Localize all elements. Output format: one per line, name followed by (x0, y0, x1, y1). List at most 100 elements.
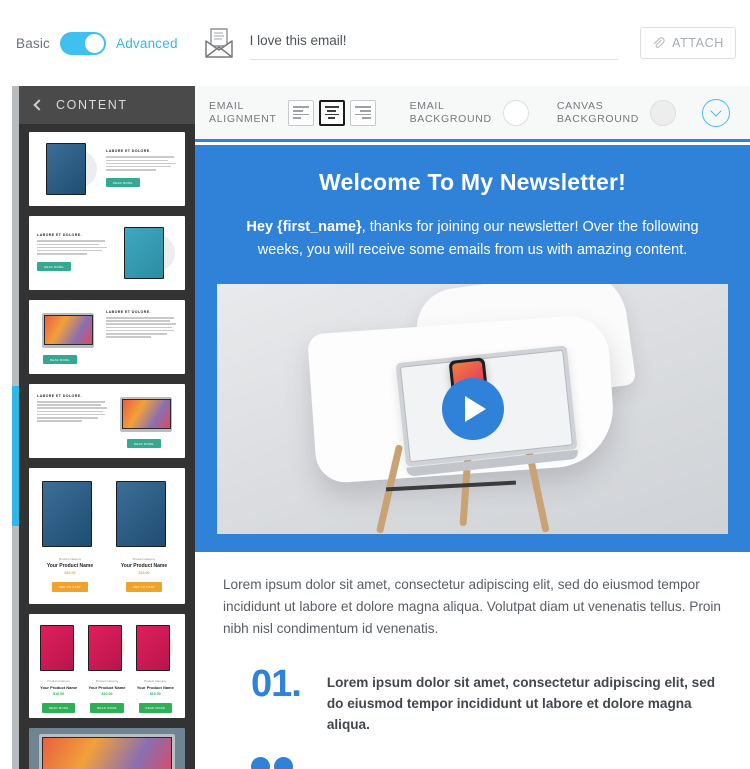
numbered-item[interactable]: 01. Lorem ipsum dolor sit amet, consecte… (223, 663, 722, 735)
product-price: $10.00 (64, 571, 76, 575)
email-body-paragraph: Lorem ipsum dolor sit amet, consectetur … (223, 577, 721, 636)
numbered-item-number: 01. (251, 663, 302, 705)
collapse-toolbar-button[interactable] (702, 98, 731, 127)
thumb-heading: LABORE ET DOLORE. (37, 394, 82, 398)
thumb-heading: LABORE ET DOLORE. (106, 149, 151, 154)
product-category: Product Category (144, 679, 167, 683)
list-item[interactable]: Product Category Your Product Name $10.0… (29, 614, 185, 718)
product-name: Your Product Name (40, 685, 78, 690)
product-category: Product Category (47, 679, 70, 683)
align-right-button[interactable] (349, 99, 376, 126)
product-name: Your Product Name (120, 563, 168, 569)
thumb-button[interactable]: READ MORE (43, 354, 77, 365)
product-price: $10.00 (53, 692, 65, 696)
sidebar-scrollbar-thumb[interactable] (12, 386, 19, 526)
product-button[interactable]: READ MORE (138, 703, 173, 713)
product-category: Product Category (132, 557, 156, 561)
product-button[interactable]: READ MORE (90, 703, 124, 713)
email-background-label: EMAIL BACKGROUND (409, 100, 492, 125)
product-price: $10.00 (149, 692, 161, 696)
thumbnail-art (111, 475, 177, 553)
email-background-swatch[interactable] (502, 99, 529, 126)
product-category: Product Category (58, 557, 82, 561)
sidebar-title: CONTENT (56, 98, 128, 112)
toggle-knob (85, 33, 105, 53)
play-icon (464, 396, 486, 422)
canvas-background-group: CANVAS BACKGROUND (556, 99, 677, 126)
thumb-button[interactable]: READ MORE (127, 438, 161, 449)
list-item[interactable]: LABORE ET DOLORE. READ MORE (29, 216, 185, 290)
email-alignment-label: EMAIL ALIGNMENT (209, 100, 277, 125)
thumb-button[interactable]: READ MORE (37, 262, 71, 272)
email-subtext-bold: Hey {first_name} (246, 219, 362, 235)
play-button[interactable] (441, 378, 504, 440)
align-center-button[interactable] (318, 99, 345, 126)
subject-input[interactable]: I love this email! (249, 26, 626, 60)
product-button[interactable]: READ MORE (41, 703, 76, 713)
product-name: Your Product Name (136, 685, 174, 690)
list-item[interactable]: READ MORE LABORE ET DOLORE. (29, 300, 185, 374)
numbered-item-text: Lorem ipsum dolor sit amet, consectetur … (326, 675, 716, 732)
thumbnail-art (37, 621, 80, 675)
chevron-left-icon (33, 99, 45, 111)
subject-underline (249, 59, 618, 60)
product-name: Your Product Name (46, 563, 94, 569)
email-canvas[interactable]: Welcome To My Newsletter! Hey {first_nam… (195, 145, 750, 769)
thumbnail-art (37, 475, 103, 553)
list-item[interactable]: Product Category Your Product Name $10.0… (29, 468, 185, 604)
product-name: Your Product Name (88, 685, 126, 690)
numbered-item-number (251, 757, 293, 769)
main-panel: EMAIL ALIGNMENT EMAIL BACKGROUND CANVAS … (195, 86, 750, 769)
list-item[interactable]: LABORE ET DOLORE. READ MORE (29, 132, 185, 206)
subject-input-value: I love this email! (249, 33, 347, 48)
thumb-button[interactable]: READ MORE (106, 178, 140, 188)
product-button[interactable]: ADD TO CART (125, 582, 163, 592)
design-toolbar: EMAIL ALIGNMENT EMAIL BACKGROUND CANVAS … (195, 86, 750, 142)
mode-toggle-group: Basic Advanced (16, 31, 178, 55)
thumbnail-art (37, 139, 99, 199)
number-dots-icon (251, 757, 293, 769)
numbered-item[interactable]: Lorem ipsum dolor sit amet, consectetur … (223, 757, 722, 769)
canvas-background-swatch[interactable] (650, 99, 677, 126)
email-subtext: Hey {first_name}, thanks for joining our… (217, 216, 728, 262)
thumb-heading: LABORE ET DOLORE. (106, 310, 151, 314)
product-category: Product Category (95, 679, 119, 683)
thumbnail-art (115, 223, 177, 283)
attach-button[interactable]: ATTACH (640, 27, 736, 59)
chair-crossbar (385, 480, 516, 492)
basic-advanced-toggle[interactable] (60, 31, 107, 55)
product-price: $10.00 (101, 692, 113, 696)
workspace: CONTENT LABORE ET DOLORE. READ MORE LABO… (0, 86, 750, 769)
canvas-background-label: CANVAS BACKGROUND (556, 100, 640, 125)
align-left-button[interactable] (287, 99, 314, 126)
product-price: $10.00 (138, 571, 150, 575)
thumbnail-art: READ MORE (37, 307, 99, 366)
email-body-section[interactable]: Lorem ipsum dolor sit amet, consectetur … (195, 552, 750, 769)
attach-button-label: ATTACH (672, 36, 724, 50)
thumbnail-art (134, 621, 177, 675)
email-alignment-group: EMAIL ALIGNMENT (209, 99, 376, 126)
thumbnail-art: READ MORE (115, 391, 177, 450)
email-background-group: EMAIL BACKGROUND (409, 99, 529, 126)
mode-advanced-label: Advanced (116, 35, 178, 51)
numbered-item-text: Lorem ipsum dolor sit amet, consectetur … (319, 757, 707, 769)
product-button[interactable]: ADD TO CART (51, 582, 89, 592)
thumbnail-art (85, 621, 128, 675)
email-hero-image[interactable] (217, 284, 728, 534)
list-item[interactable]: LABORE ET DOLORE. READ MORE (29, 384, 185, 458)
product-cell[interactable]: Product Category Your Product Name $10.0… (37, 621, 80, 714)
list-item[interactable] (29, 728, 185, 769)
thumbnail-art (39, 734, 175, 769)
thumb-heading: LABORE ET DOLORE. (37, 233, 82, 238)
email-headline: Welcome To My Newsletter! (318, 169, 627, 195)
top-bar: Basic Advanced I love this email! ATTACH (0, 0, 750, 86)
product-cell[interactable]: Product Category Your Product Name $10.0… (111, 475, 177, 593)
product-cell[interactable]: Product Category Your Product Name $10.0… (134, 621, 177, 714)
email-hero-section[interactable]: Welcome To My Newsletter! Hey {first_nam… (195, 145, 750, 552)
sidebar-back-header[interactable]: CONTENT (19, 86, 195, 124)
content-block-list: LABORE ET DOLORE. READ MORE LABORE ET DO… (19, 124, 195, 769)
product-cell[interactable]: Product Category Your Product Name $10.0… (85, 621, 128, 714)
paperclip-icon (653, 36, 665, 48)
content-sidebar: CONTENT LABORE ET DOLORE. READ MORE LABO… (19, 86, 195, 769)
product-cell[interactable]: Product Category Your Product Name $10.0… (37, 475, 103, 593)
